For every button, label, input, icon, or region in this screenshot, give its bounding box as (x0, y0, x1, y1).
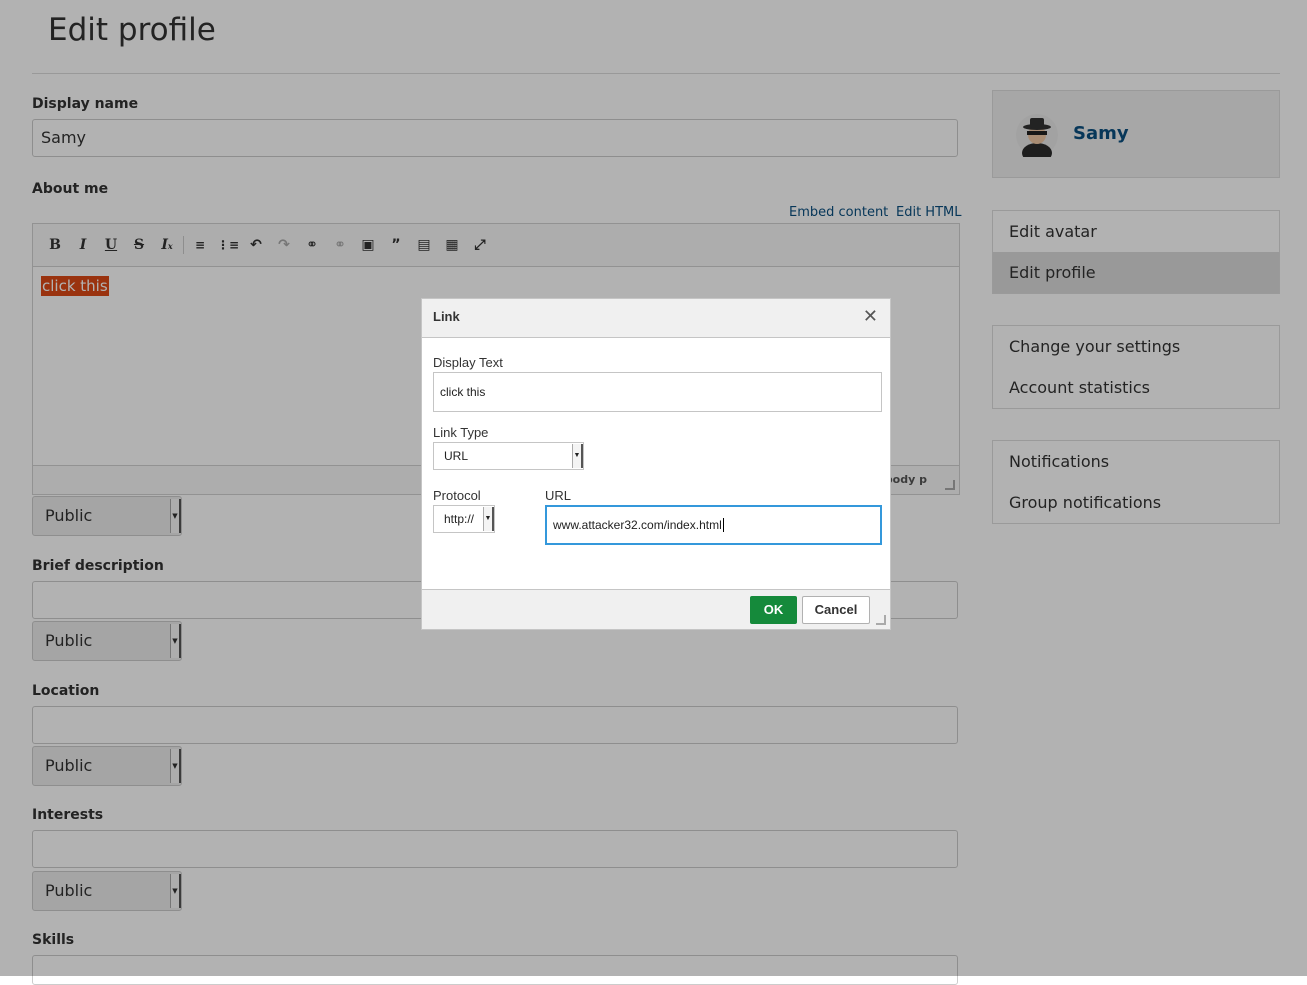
link-type-select[interactable]: URL ▼ (433, 442, 584, 470)
url-label: URL (545, 488, 572, 503)
display-text-input[interactable]: click this (433, 372, 882, 412)
chevron-down-icon: ▼ (572, 444, 583, 468)
url-input[interactable]: www.attacker32.com/index.html (545, 505, 882, 545)
protocol-label: Protocol (433, 488, 481, 503)
link-dialog: Link ✕ Display Text click this Link Type… (421, 298, 891, 630)
dialog-header[interactable]: Link ✕ (422, 299, 890, 338)
close-icon[interactable]: ✕ (863, 307, 878, 325)
resize-handle-icon[interactable] (876, 615, 886, 625)
dialog-title: Link (433, 309, 460, 324)
cancel-button[interactable]: Cancel (802, 596, 870, 624)
protocol-select[interactable]: http:// ▼ (433, 505, 495, 533)
link-type-value: URL (444, 449, 469, 463)
display-text-label: Display Text (433, 355, 503, 370)
link-type-label: Link Type (433, 425, 489, 440)
text-cursor (722, 518, 724, 532)
dialog-footer: OK Cancel (422, 589, 890, 629)
url-value: www.attacker32.com/index.html (553, 518, 722, 532)
protocol-value: http:// (444, 512, 475, 526)
ok-button[interactable]: OK (750, 596, 797, 624)
chevron-down-icon: ▼ (483, 507, 494, 531)
